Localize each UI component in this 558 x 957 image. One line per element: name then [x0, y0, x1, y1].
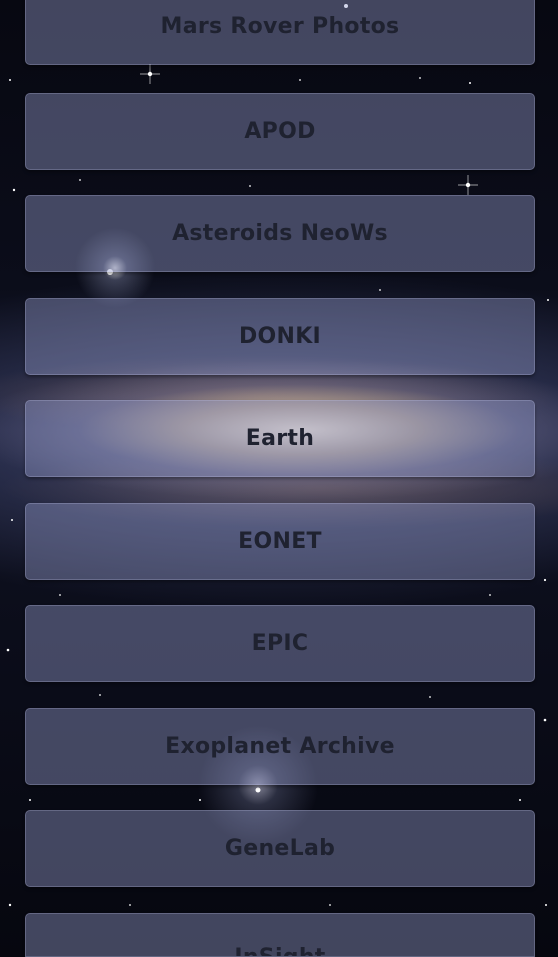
menu-button-label: InSight	[234, 945, 325, 956]
menu-button-eonet[interactable]: EONET	[25, 503, 535, 580]
menu-button-label: Exoplanet Archive	[165, 734, 395, 759]
menu-button-label: EPIC	[251, 631, 309, 656]
menu-button-label: GeneLab	[224, 836, 336, 861]
menu-button-label: Earth	[245, 426, 315, 451]
menu-button-mars-rover-photos[interactable]: Mars Rover Photos	[25, 0, 535, 65]
menu-button-earth[interactable]: Earth	[25, 400, 535, 477]
menu-button-label: Asteroids NeoWs	[172, 221, 388, 246]
menu-button-asteroids-neows[interactable]: Asteroids NeoWs	[25, 195, 535, 272]
menu-button-donki[interactable]: DONKI	[25, 298, 535, 375]
menu-button-label: EONET	[238, 529, 322, 554]
menu-button-epic[interactable]: EPIC	[25, 605, 535, 682]
menu-button-insight[interactable]: InSight	[25, 913, 535, 957]
menu-button-genelab[interactable]: GeneLab	[25, 810, 535, 887]
menu-button-apod[interactable]: APOD	[25, 93, 535, 170]
menu-button-label: APOD	[244, 119, 316, 144]
menu-button-label: Mars Rover Photos	[160, 14, 400, 39]
menu-button-label: DONKI	[238, 324, 322, 349]
menu-button-exoplanet-archive[interactable]: Exoplanet Archive	[25, 708, 535, 785]
